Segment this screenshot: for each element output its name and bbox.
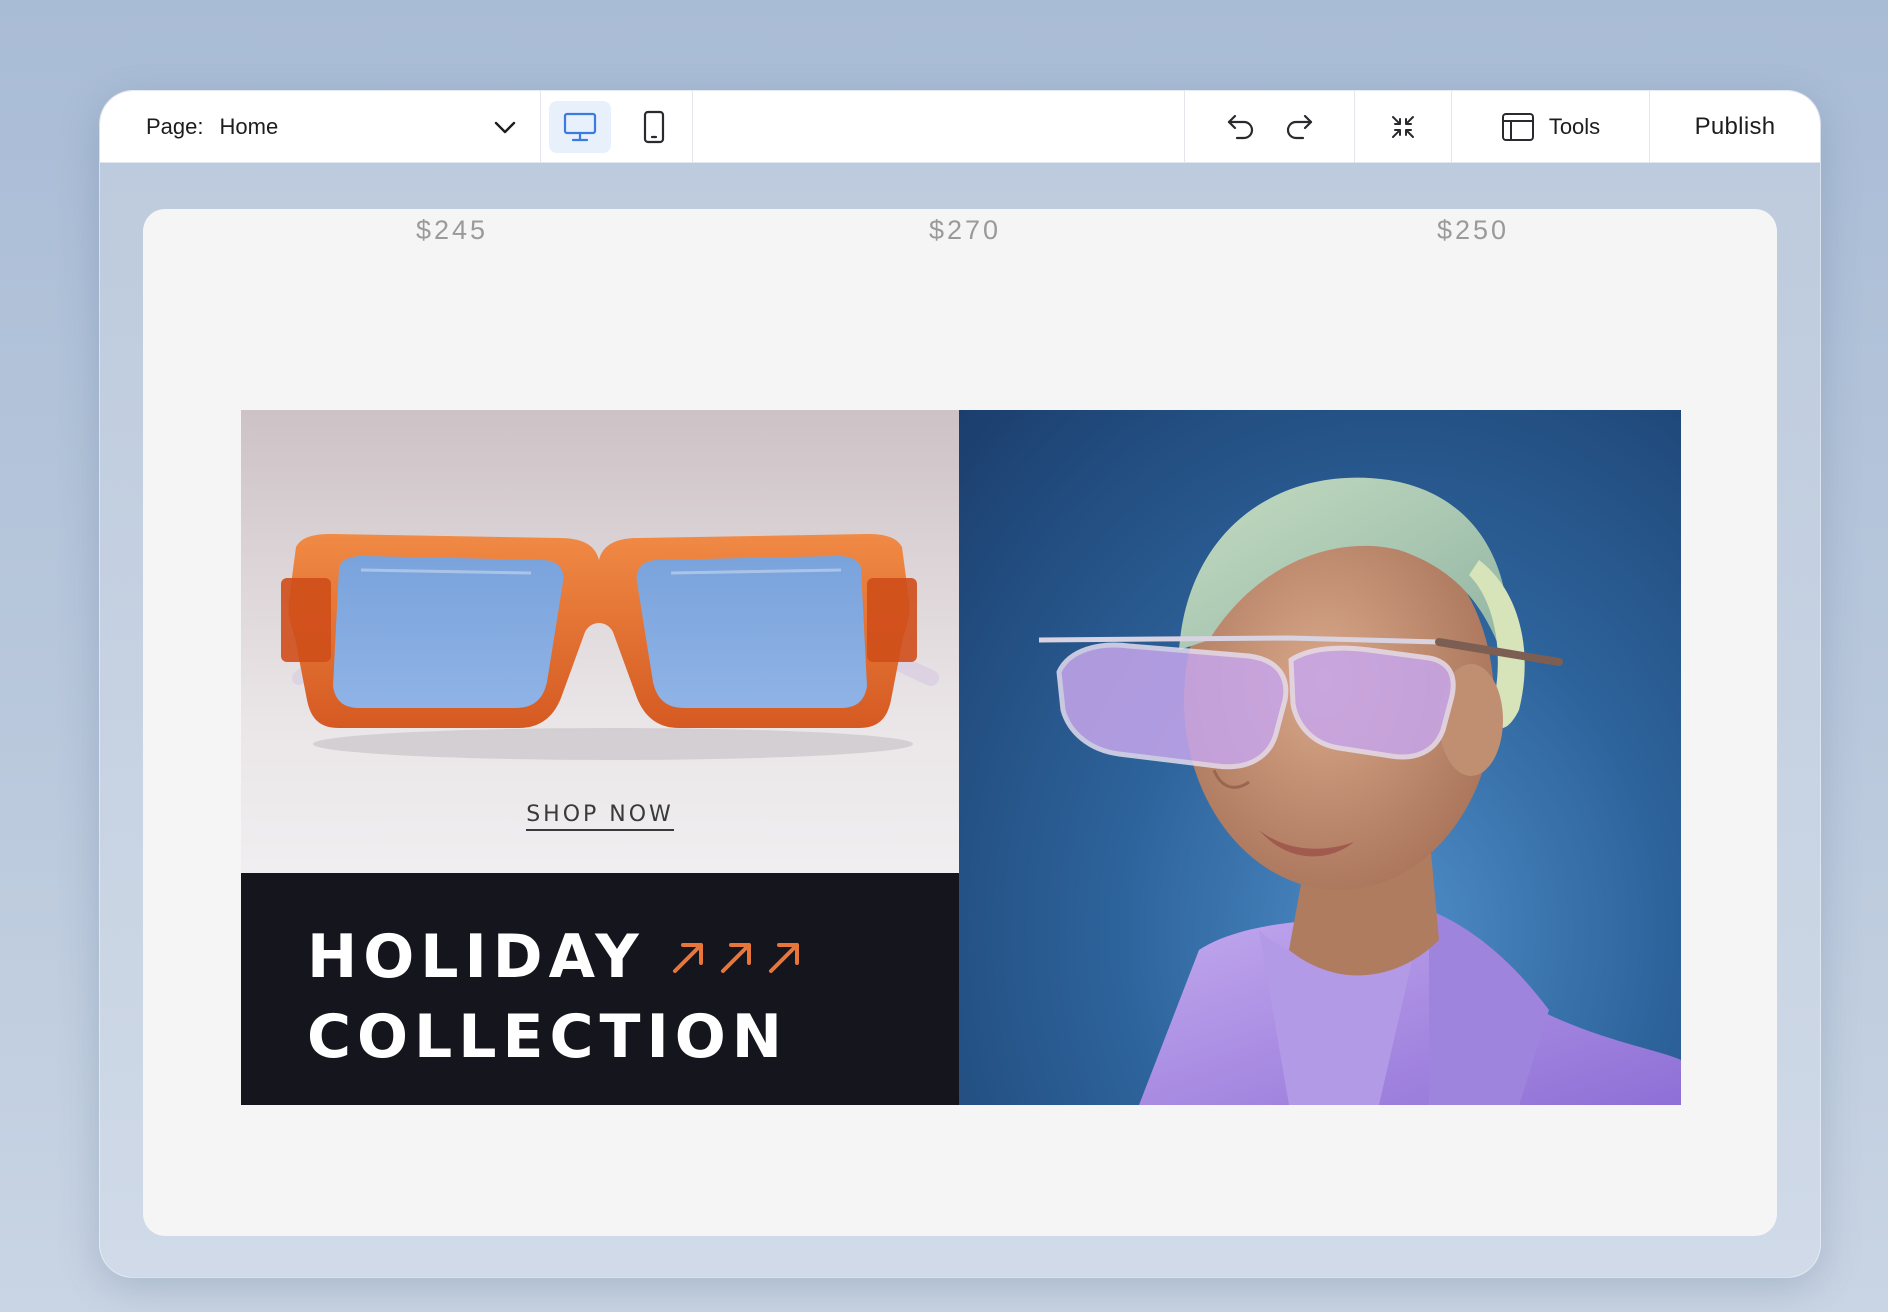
tools-label: Tools <box>1548 113 1601 139</box>
page-value: Home <box>219 113 279 139</box>
publish-label: Publish <box>1694 112 1776 140</box>
title-line-1: HOLIDAY <box>307 917 959 997</box>
arrow-up-right-icon <box>720 943 751 973</box>
arrow-up-right-icon <box>768 943 799 973</box>
tools-button[interactable]: Tools <box>1452 91 1650 162</box>
page-label: Page: <box>146 113 204 139</box>
history-controls <box>1185 91 1355 162</box>
page-selector[interactable]: Page: Home <box>100 91 541 162</box>
device-switcher <box>541 91 693 162</box>
holiday-banner: SHOP NOW HOLIDAY COLLECTION <box>241 410 1681 1105</box>
shop-now-link[interactable]: SHOP NOW <box>241 802 959 831</box>
product-price: $270 <box>929 215 1002 245</box>
desktop-view-button[interactable] <box>548 100 611 153</box>
product-price: $245 <box>416 215 489 245</box>
publish-button[interactable]: Publish <box>1650 91 1820 162</box>
layout-panel-icon <box>1501 112 1534 141</box>
undo-button[interactable] <box>1221 107 1261 147</box>
redo-button[interactable] <box>1279 107 1319 147</box>
undo-icon <box>1227 114 1253 139</box>
arrow-group <box>669 937 803 977</box>
title-collection: COLLECTION <box>307 1002 788 1072</box>
desktop-icon <box>563 112 596 141</box>
page-canvas: $245 $270 $250 SHOP NOW HOLIDAY COLLECTI… <box>143 209 1777 1236</box>
zoom-to-fit <box>1355 91 1452 162</box>
collapse-icon <box>1392 115 1414 138</box>
model-photo <box>959 410 1681 1105</box>
editor-toolbar: Page: Home Tools Publish <box>100 91 1820 163</box>
mobile-view-button[interactable] <box>623 101 685 153</box>
collection-title-block: HOLIDAY COLLECTION <box>241 873 959 1105</box>
editor-window: Page: Home Tools Publish $245 $270 $250 … <box>99 90 1821 1278</box>
arrow-up-right-icon <box>672 943 703 973</box>
mobile-icon <box>643 110 664 143</box>
banner-left-panel: SHOP NOW HOLIDAY COLLECTION <box>241 410 959 1105</box>
redo-icon <box>1286 114 1312 139</box>
chevron-down-icon[interactable] <box>492 114 518 140</box>
toolbar-spacer <box>693 91 1185 162</box>
title-line-2: COLLECTION <box>307 997 959 1077</box>
product-price: $250 <box>1437 215 1510 245</box>
collapse-button[interactable] <box>1383 107 1423 147</box>
model-portrait-illustration <box>1038 477 1681 1105</box>
shop-now-label: SHOP NOW <box>526 802 674 831</box>
title-holiday: HOLIDAY <box>307 922 645 992</box>
